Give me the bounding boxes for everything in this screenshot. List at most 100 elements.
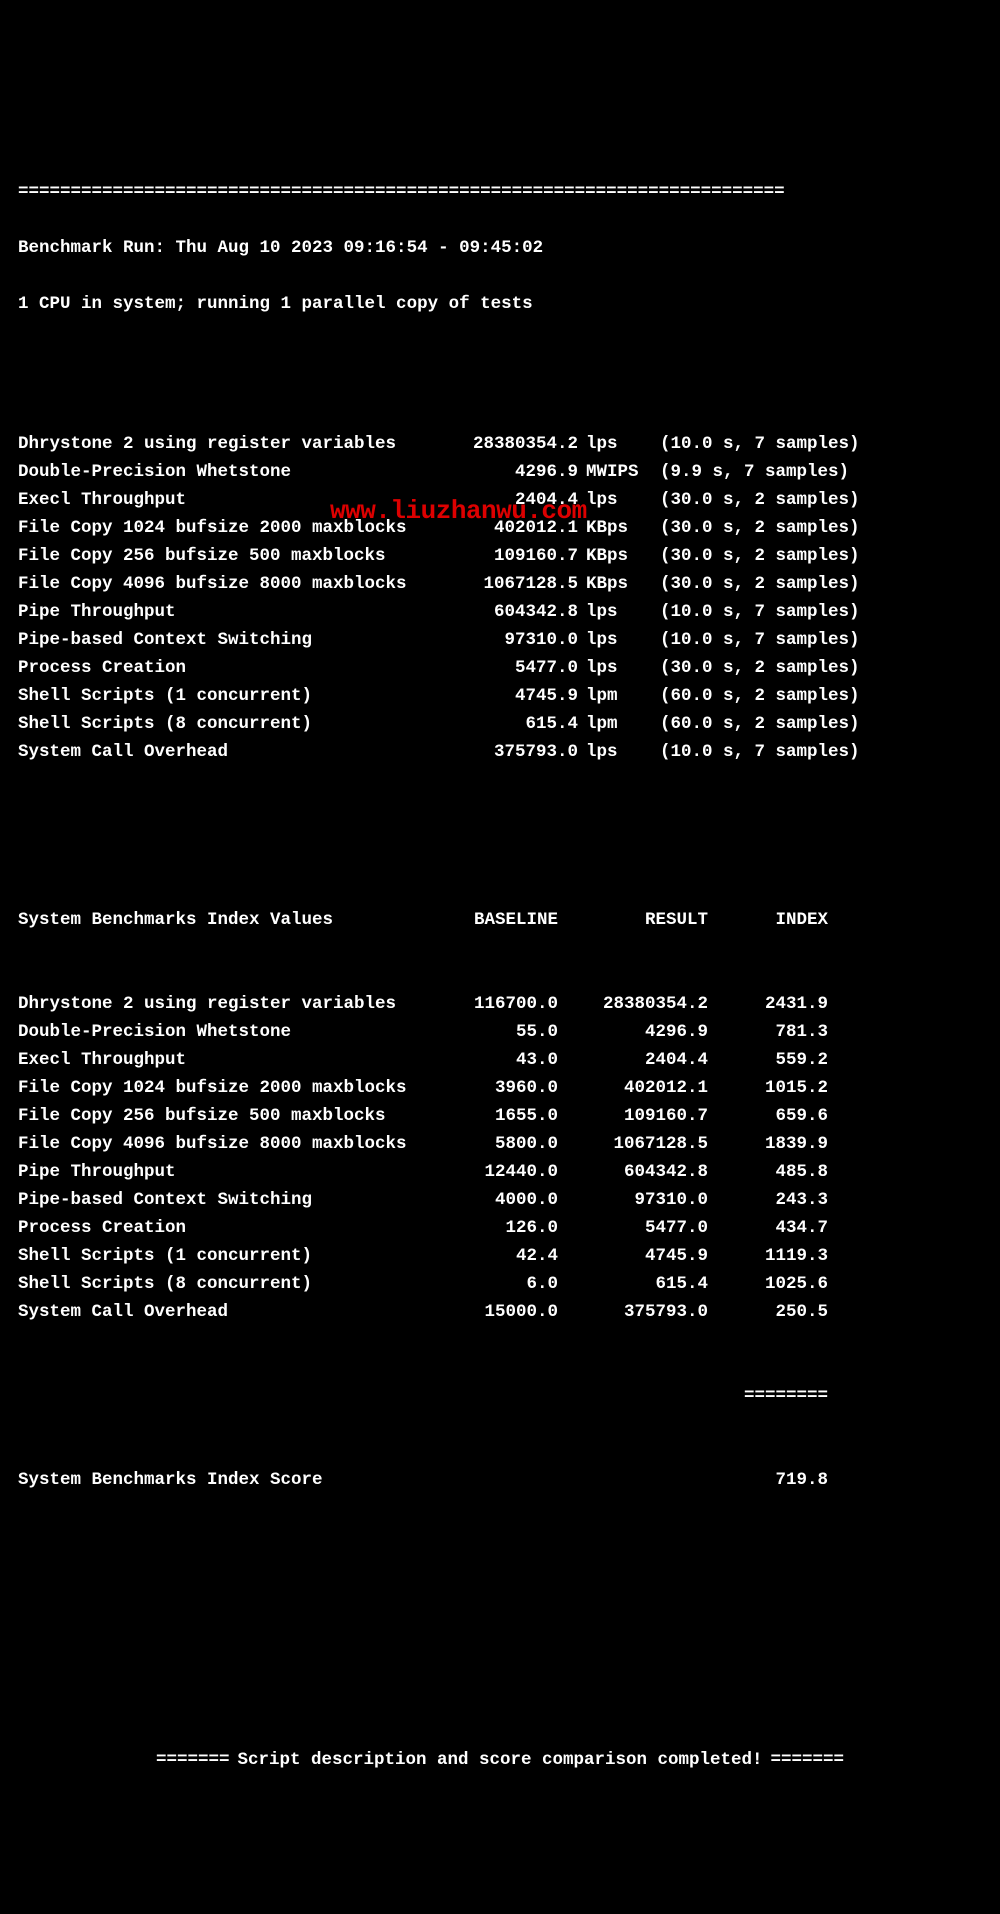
- index-header-row: System Benchmarks Index Values BASELINE …: [18, 906, 982, 934]
- index-baseline: 43.0: [438, 1046, 558, 1074]
- index-row: Shell Scripts (8 concurrent)6.0615.41025…: [18, 1270, 982, 1298]
- index-name: File Copy 1024 bufsize 2000 maxblocks: [18, 1074, 438, 1102]
- index-result: 28380354.2: [558, 990, 708, 1018]
- index-index: 1015.2: [708, 1074, 828, 1102]
- index-divider-row: ========: [18, 1382, 982, 1410]
- index-result: 97310.0: [558, 1186, 708, 1214]
- test-value: 604342.8: [438, 598, 578, 626]
- index-divider: ========: [728, 1382, 828, 1410]
- test-params: (10.0 s, 7 samples): [648, 430, 868, 458]
- index-baseline: 6.0: [438, 1270, 558, 1298]
- index-name: Pipe Throughput: [18, 1158, 438, 1186]
- index-header-result: RESULT: [558, 906, 708, 934]
- footer-row: ======= Script description and score com…: [18, 1746, 982, 1774]
- test-row: Dhrystone 2 using register variables2838…: [18, 430, 982, 458]
- index-row: Dhrystone 2 using register variables1167…: [18, 990, 982, 1018]
- test-value: 615.4: [438, 710, 578, 738]
- test-name: Execl Throughput: [18, 486, 438, 514]
- index-baseline: 12440.0: [438, 1158, 558, 1186]
- index-index: 250.5: [708, 1298, 828, 1326]
- test-name: Shell Scripts (1 concurrent): [18, 682, 438, 710]
- footer-text: Script description and score comparison …: [237, 1746, 762, 1774]
- footer-eq-left: =======: [148, 1746, 238, 1774]
- index-index: 1119.3: [708, 1242, 828, 1270]
- test-params: (9.9 s, 7 samples): [648, 458, 868, 486]
- index-name: Pipe-based Context Switching: [18, 1186, 438, 1214]
- test-value: 4296.9: [438, 458, 578, 486]
- test-value: 4745.9: [438, 682, 578, 710]
- test-unit: lps: [578, 598, 648, 626]
- index-name: Execl Throughput: [18, 1046, 438, 1074]
- index-baseline: 116700.0: [438, 990, 558, 1018]
- test-params: (60.0 s, 2 samples): [648, 682, 868, 710]
- test-row: Pipe Throughput604342.8lps(10.0 s, 7 sam…: [18, 598, 982, 626]
- test-unit: KBps: [578, 514, 648, 542]
- test-value: 28380354.2: [438, 430, 578, 458]
- footer-eq-right: =======: [763, 1746, 853, 1774]
- test-unit: KBps: [578, 542, 648, 570]
- index-index: 1025.6: [708, 1270, 828, 1298]
- test-unit: lps: [578, 654, 648, 682]
- test-row: File Copy 1024 bufsize 2000 maxblocks402…: [18, 514, 982, 542]
- test-row: File Copy 256 bufsize 500 maxblocks10916…: [18, 542, 982, 570]
- test-unit: lps: [578, 486, 648, 514]
- index-row: Shell Scripts (1 concurrent)42.44745.911…: [18, 1242, 982, 1270]
- test-name: File Copy 4096 bufsize 8000 maxblocks: [18, 570, 438, 598]
- test-value: 5477.0: [438, 654, 578, 682]
- test-row: System Call Overhead375793.0lps(10.0 s, …: [18, 738, 982, 766]
- test-params: (10.0 s, 7 samples): [648, 738, 868, 766]
- test-unit: lps: [578, 738, 648, 766]
- test-value: 2404.4: [438, 486, 578, 514]
- index-result: 109160.7: [558, 1102, 708, 1130]
- index-result: 615.4: [558, 1270, 708, 1298]
- index-row: File Copy 4096 bufsize 8000 maxblocks580…: [18, 1130, 982, 1158]
- test-params: (30.0 s, 2 samples): [648, 514, 868, 542]
- index-row: Pipe-based Context Switching4000.097310.…: [18, 1186, 982, 1214]
- index-baseline: 4000.0: [438, 1186, 558, 1214]
- test-params: (30.0 s, 2 samples): [648, 570, 868, 598]
- test-params: (30.0 s, 2 samples): [648, 486, 868, 514]
- index-index: 434.7: [708, 1214, 828, 1242]
- index-index: 485.8: [708, 1158, 828, 1186]
- test-name: Shell Scripts (8 concurrent): [18, 710, 438, 738]
- test-name: Double-Precision Whetstone: [18, 458, 438, 486]
- index-result: 5477.0: [558, 1214, 708, 1242]
- index-baseline: 55.0: [438, 1018, 558, 1046]
- index-name: Process Creation: [18, 1214, 438, 1242]
- score-label: System Benchmarks Index Score: [18, 1466, 338, 1494]
- test-unit: lps: [578, 430, 648, 458]
- test-params: (60.0 s, 2 samples): [648, 710, 868, 738]
- index-name: Dhrystone 2 using register variables: [18, 990, 438, 1018]
- test-value: 1067128.5: [438, 570, 578, 598]
- test-row: Shell Scripts (1 concurrent)4745.9lpm(60…: [18, 682, 982, 710]
- test-name: Process Creation: [18, 654, 438, 682]
- index-baseline: 42.4: [438, 1242, 558, 1270]
- index-row: Process Creation126.05477.0434.7: [18, 1214, 982, 1242]
- test-name: File Copy 256 bufsize 500 maxblocks: [18, 542, 438, 570]
- test-value: 109160.7: [438, 542, 578, 570]
- index-baseline: 126.0: [438, 1214, 558, 1242]
- top-divider: ========================================…: [18, 178, 982, 206]
- index-row: File Copy 1024 bufsize 2000 maxblocks396…: [18, 1074, 982, 1102]
- index-index: 659.6: [708, 1102, 828, 1130]
- test-unit: lps: [578, 626, 648, 654]
- test-params: (30.0 s, 2 samples): [648, 654, 868, 682]
- index-index: 559.2: [708, 1046, 828, 1074]
- index-result: 604342.8: [558, 1158, 708, 1186]
- test-row: Execl Throughput2404.4lps(30.0 s, 2 samp…: [18, 486, 982, 514]
- index-name: Shell Scripts (1 concurrent): [18, 1242, 438, 1270]
- index-index: 243.3: [708, 1186, 828, 1214]
- test-value: 97310.0: [438, 626, 578, 654]
- index-index: 781.3: [708, 1018, 828, 1046]
- test-row: Pipe-based Context Switching97310.0lps(1…: [18, 626, 982, 654]
- test-row: Process Creation5477.0lps(30.0 s, 2 samp…: [18, 654, 982, 682]
- test-row: Shell Scripts (8 concurrent)615.4lpm(60.…: [18, 710, 982, 738]
- index-header-baseline: BASELINE: [438, 906, 558, 934]
- system-info: 1 CPU in system; running 1 parallel copy…: [18, 290, 982, 318]
- index-name: File Copy 256 bufsize 500 maxblocks: [18, 1102, 438, 1130]
- blank-line: [18, 1662, 982, 1690]
- index-result: 2404.4: [558, 1046, 708, 1074]
- test-value: 402012.1: [438, 514, 578, 542]
- index-name: Double-Precision Whetstone: [18, 1018, 438, 1046]
- benchmark-run-header: Benchmark Run: Thu Aug 10 2023 09:16:54 …: [18, 234, 982, 262]
